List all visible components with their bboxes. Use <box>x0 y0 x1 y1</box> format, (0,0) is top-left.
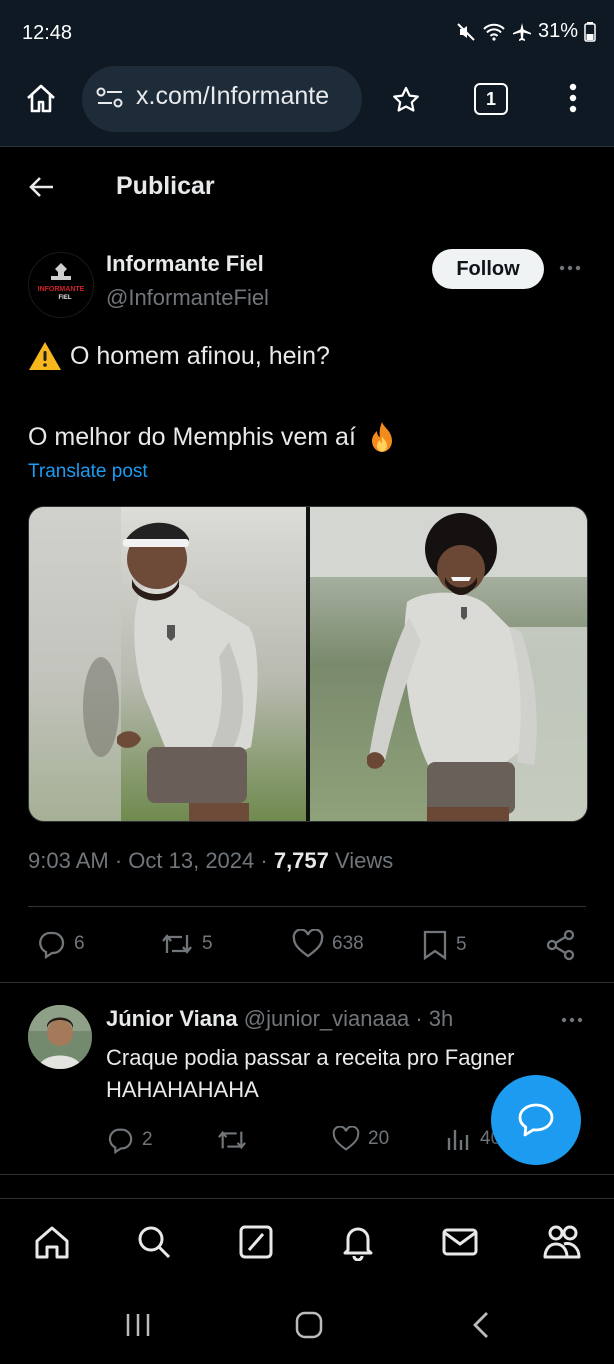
communities-icon <box>543 1225 581 1259</box>
reply-repost-button[interactable] <box>216 1126 248 1154</box>
share-icon <box>546 929 575 961</box>
more-horizontal-icon <box>561 1017 583 1023</box>
like-icon <box>332 1126 360 1151</box>
bottom-nav <box>0 1198 614 1285</box>
status-icons: 31% <box>456 20 596 43</box>
system-back-button[interactable] <box>470 1310 492 1345</box>
reply-author-name[interactable]: Júnior Viana <box>106 1006 238 1031</box>
divider <box>0 1174 614 1175</box>
recents-icon <box>126 1314 150 1336</box>
bookmark-button[interactable]: 5 <box>422 929 467 961</box>
nav-home[interactable] <box>30 1220 74 1264</box>
tweet-text-line2-text: O melhor do Memphis vem aí <box>28 422 356 451</box>
views-count: 7,757 <box>273 848 329 873</box>
compose-icon <box>239 1225 273 1259</box>
tweet-text-line1: O homem afinou, hein? <box>28 340 330 372</box>
bookmark-icon <box>423 930 447 961</box>
avatar-text-top: INFORMANTE <box>38 286 85 293</box>
photo-right <box>310 507 587 821</box>
reply-icon <box>39 931 65 959</box>
compose-fab[interactable] <box>491 1075 581 1165</box>
recent-apps-button[interactable] <box>124 1312 152 1343</box>
reply-age[interactable]: 3h <box>429 1006 453 1031</box>
photo-left <box>29 507 306 821</box>
informante-logo: INFORMANTE FIEL <box>29 253 93 317</box>
home-icon <box>27 84 55 113</box>
repost-icon <box>218 1130 246 1150</box>
avatar-text-bottom: FIEL <box>59 295 72 301</box>
reply-count: 6 <box>74 933 85 954</box>
home-icon <box>35 1226 69 1259</box>
bell-icon <box>343 1227 373 1261</box>
translate-post-link[interactable]: Translate post <box>28 461 148 483</box>
like-button[interactable]: 638 <box>292 929 364 959</box>
like-count: 638 <box>332 933 364 954</box>
browser-home-button[interactable] <box>22 80 60 118</box>
bookmark-count: 5 <box>456 934 467 955</box>
reply-more-button[interactable] <box>560 1010 584 1035</box>
tweet-media[interactable] <box>28 506 588 822</box>
nav-search[interactable] <box>132 1220 176 1264</box>
battery-icon <box>584 21 596 42</box>
tweet-meta: 9:03 AM · Oct 13, 2024 · 7,757 Views <box>28 848 394 873</box>
nav-notifications[interactable] <box>336 1220 380 1264</box>
divider <box>0 982 614 983</box>
repost-count: 5 <box>202 933 213 954</box>
reply-reply-count: 2 <box>142 1129 153 1150</box>
repost-button[interactable]: 5 <box>160 929 213 959</box>
reply-like-button[interactable]: 20 <box>332 1126 389 1152</box>
star-icon <box>393 86 419 112</box>
reply-author-handle[interactable]: @junior_vianaaa <box>244 1006 409 1031</box>
back-button[interactable] <box>28 173 56 206</box>
divider <box>28 906 586 907</box>
reply-reply-button[interactable]: 2 <box>106 1126 153 1154</box>
mail-icon <box>442 1228 478 1256</box>
reply-avatar[interactable] <box>28 1005 92 1069</box>
reply-avatar-photo <box>28 1005 92 1069</box>
tweet-photos <box>29 507 587 821</box>
warning-emoji <box>29 342 61 370</box>
reply-like-count: 20 <box>368 1128 390 1149</box>
reply-icon <box>108 1128 133 1154</box>
author-handle[interactable]: @InformanteFiel <box>106 285 269 311</box>
tweet-time[interactable]: 9:03 AM <box>28 848 109 873</box>
site-settings-icon[interactable] <box>96 86 124 115</box>
status-time: 12:48 <box>22 22 73 44</box>
airplane-icon <box>512 22 531 41</box>
tweet-text-line1-text: O homem afinou, hein? <box>70 341 330 370</box>
mute-icon <box>457 22 475 41</box>
nav-communities[interactable] <box>540 1220 584 1264</box>
system-home-button[interactable] <box>294 1310 324 1345</box>
search-icon <box>138 1226 171 1259</box>
bookmark-star-button[interactable] <box>388 82 424 118</box>
url-text[interactable]: x.com/Informante <box>136 82 350 111</box>
fire-emoji <box>371 422 392 452</box>
nav-messages[interactable] <box>438 1220 482 1264</box>
views-label: Views <box>335 848 394 873</box>
share-button[interactable] <box>546 929 576 966</box>
page-title: Publicar <box>116 172 215 200</box>
more-horizontal-icon <box>559 265 581 271</box>
follow-button[interactable]: Follow <box>432 249 544 289</box>
message-bubble-icon <box>518 1103 554 1137</box>
home-pill-icon <box>295 1311 323 1339</box>
views-icon <box>447 1130 469 1150</box>
wifi-icon <box>483 23 505 41</box>
author-name[interactable]: Informante Fiel <box>106 251 264 277</box>
nav-grok[interactable] <box>234 1220 278 1264</box>
more-vertical-icon <box>569 83 577 113</box>
like-icon <box>292 929 324 958</box>
tweet-date[interactable]: Oct 13, 2024 <box>128 848 254 873</box>
back-arrow-icon <box>29 177 53 197</box>
repost-icon <box>162 934 192 954</box>
chevron-left-icon <box>473 1312 488 1338</box>
tweet-text-line2: O melhor do Memphis vem aí <box>28 420 398 454</box>
reply-button[interactable]: 6 <box>36 929 85 959</box>
tweet-more-button[interactable] <box>558 254 582 284</box>
tab-switcher-button[interactable]: 1 <box>474 83 508 115</box>
avatar[interactable]: INFORMANTE FIEL <box>28 252 94 318</box>
reply-header: Júnior Viana @junior_vianaaa · 3h <box>106 1006 454 1031</box>
browser-menu-button[interactable] <box>568 82 578 119</box>
battery-percent: 31% <box>537 20 578 42</box>
